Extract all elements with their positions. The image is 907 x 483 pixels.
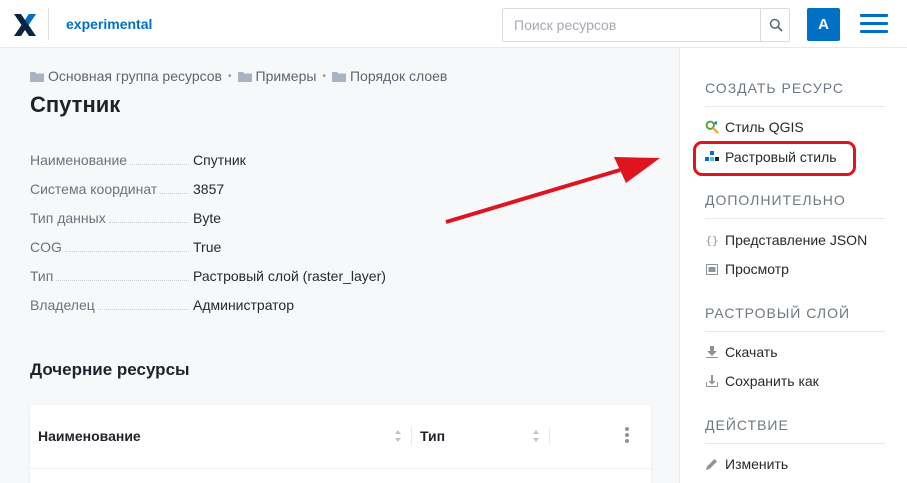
sidebar-item-label: Сохранить как bbox=[725, 373, 819, 389]
sidebar-section-create: СОЗДАТЬ РЕСУРС bbox=[705, 80, 885, 107]
sidebar-item-edit[interactable]: Изменить bbox=[705, 456, 788, 472]
column-divider[interactable] bbox=[411, 427, 412, 445]
sidebar-item-label: Представление JSON bbox=[725, 232, 868, 248]
nextgis-logo-icon[interactable] bbox=[12, 12, 38, 38]
sidebar-item-label: Просмотр bbox=[725, 261, 789, 277]
logo-divider bbox=[48, 8, 49, 40]
download-icon bbox=[705, 345, 719, 359]
property-value: Спутник bbox=[193, 152, 246, 168]
sort-icon[interactable] bbox=[394, 429, 402, 443]
search-input[interactable] bbox=[503, 9, 759, 41]
property-key: Тип bbox=[30, 268, 54, 284]
edit-icon bbox=[705, 457, 719, 471]
sidebar-item-qgis-style[interactable]: Стиль QGIS bbox=[705, 119, 804, 135]
top-header: experimental A bbox=[0, 0, 907, 48]
property-value: Byte bbox=[193, 210, 222, 226]
sidebar-item-label: Изменить bbox=[725, 456, 789, 472]
column-header-name[interactable]: Наименование bbox=[38, 405, 413, 467]
app-name-link[interactable]: experimental bbox=[66, 16, 152, 32]
sidebar: СОЗДАТЬ РЕСУРС Стиль QGIS Растровый стил… bbox=[679, 48, 907, 483]
breadcrumb-label: Основная группа ресурсов bbox=[48, 68, 222, 84]
property-value: Растровый слой (raster_layer) bbox=[193, 268, 386, 284]
breadcrumb-separator: • bbox=[322, 70, 326, 82]
breadcrumb-item[interactable]: Порядок слоев bbox=[331, 68, 448, 84]
sidebar-item-label: Стиль QGIS bbox=[725, 119, 804, 135]
children-table: Наименование Тип bbox=[30, 405, 651, 483]
property-value: True bbox=[193, 239, 222, 255]
sidebar-item-download[interactable]: Скачать bbox=[705, 344, 778, 360]
property-row: Тип Растровый слой (raster_layer) bbox=[30, 268, 650, 297]
breadcrumb-item[interactable]: Основная группа ресурсов bbox=[30, 68, 222, 84]
sidebar-section-action: ДЕЙСТВИЕ bbox=[705, 417, 885, 444]
property-key: Владелец bbox=[30, 297, 95, 313]
user-avatar-button[interactable]: A bbox=[807, 8, 840, 41]
property-row: Система координат 3857 bbox=[30, 181, 650, 210]
breadcrumb-label: Порядок слоев bbox=[349, 68, 448, 84]
property-value: 3857 bbox=[193, 181, 225, 197]
sidebar-section-raster-layer: РАСТРОВЫЙ СЛОЙ bbox=[705, 305, 885, 332]
property-key: Система координат bbox=[30, 181, 158, 197]
breadcrumb-item[interactable]: Примеры bbox=[237, 68, 317, 84]
folder-icon bbox=[331, 71, 346, 82]
table-divider bbox=[30, 468, 651, 469]
highlight-box bbox=[693, 141, 856, 176]
property-key: Наименование bbox=[30, 152, 128, 168]
search-button[interactable] bbox=[760, 9, 790, 41]
property-value: Администратор bbox=[193, 297, 295, 313]
hamburger-menu-icon[interactable] bbox=[860, 14, 888, 36]
column-header-type[interactable]: Тип bbox=[420, 405, 570, 467]
property-row: Тип данных Byte bbox=[30, 210, 650, 239]
folder-icon bbox=[30, 71, 44, 82]
property-key: Тип данных bbox=[30, 210, 106, 226]
column-divider[interactable] bbox=[549, 427, 550, 445]
children-section-title: Дочерние ресурсы bbox=[30, 360, 190, 379]
search-box bbox=[502, 8, 790, 42]
property-row: COG True bbox=[30, 239, 650, 268]
property-row: Владелец Администратор bbox=[30, 297, 650, 326]
qgis-icon bbox=[705, 120, 719, 134]
page-title: Спутник bbox=[30, 92, 121, 117]
sidebar-item-preview[interactable]: Просмотр bbox=[705, 261, 789, 277]
properties-list: Наименование Спутник Система координат 3… bbox=[30, 152, 650, 326]
sort-icon[interactable] bbox=[532, 429, 540, 443]
sidebar-item-json-view[interactable]: {} Представление JSON bbox=[705, 232, 867, 248]
search-icon bbox=[769, 18, 783, 32]
column-menu-icon[interactable] bbox=[624, 427, 630, 445]
breadcrumb-separator: • bbox=[228, 70, 232, 82]
breadcrumb: Основная группа ресурсов • Примеры • Пор… bbox=[30, 68, 447, 84]
sidebar-item-save-as[interactable]: Сохранить как bbox=[705, 373, 819, 389]
folder-icon bbox=[237, 71, 252, 82]
property-row: Наименование Спутник bbox=[30, 152, 650, 181]
json-icon: {} bbox=[705, 233, 719, 247]
breadcrumb-label: Примеры bbox=[255, 68, 317, 84]
property-key: COG bbox=[30, 239, 62, 255]
sidebar-item-label: Скачать bbox=[725, 344, 778, 360]
sidebar-section-additional: ДОПОЛНИТЕЛЬНО bbox=[705, 192, 885, 219]
save-as-icon bbox=[705, 374, 719, 388]
preview-icon bbox=[705, 262, 719, 276]
main-content: Основная группа ресурсов • Примеры • Пор… bbox=[0, 48, 679, 483]
